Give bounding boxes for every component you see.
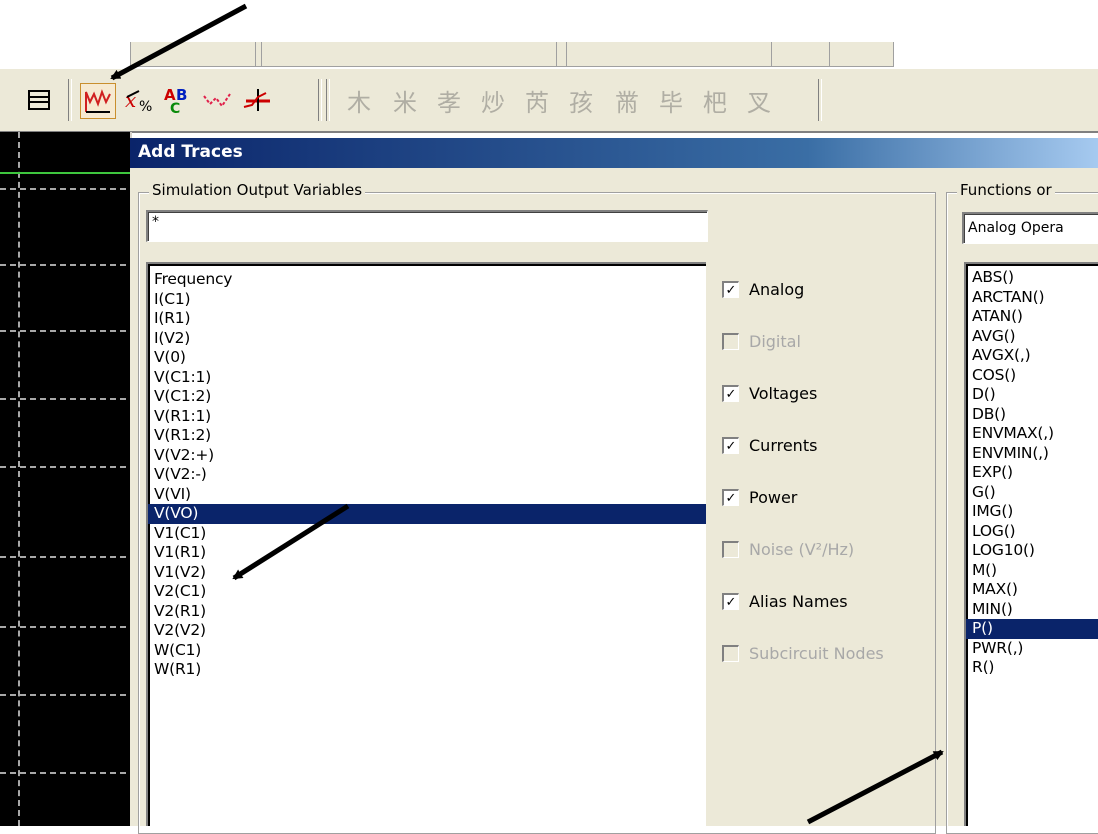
arrow-toolbar (110, 3, 248, 81)
arrow-p (806, 749, 944, 825)
arrow-vo (232, 503, 350, 581)
annotation-arrows (110, 3, 944, 825)
